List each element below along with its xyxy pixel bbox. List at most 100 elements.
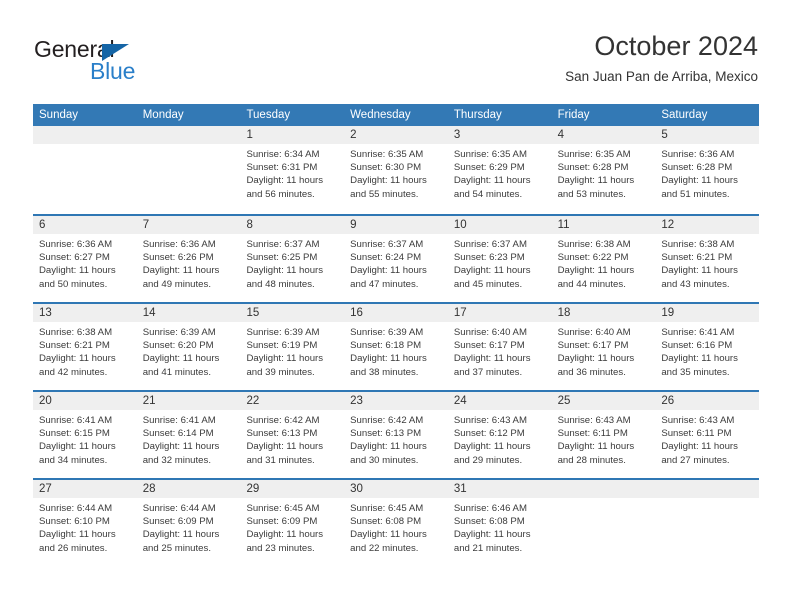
- day-number-strip: 26: [655, 392, 760, 410]
- daylight-text: Daylight: 11 hours and 39 minutes.: [246, 353, 324, 378]
- calendar-day-cell[interactable]: 22 Sunrise: 6:42 AM Sunset: 6:13 PM Dayligh…: [240, 392, 345, 478]
- day-info: Sunrise: 6:45 AM Sunset: 6:09 PM Daylight:…: [240, 498, 344, 555]
- day-number: 15: [246, 307, 260, 319]
- day-info: Sunrise: 6:37 AM Sunset: 6:24 PM Daylight:…: [344, 234, 448, 291]
- calendar-day-cell[interactable]: 6 Sunrise: 6:36 AM Sunset: 6:27 PM Daylight…: [33, 216, 137, 302]
- day-info: Sunrise: 6:37 AM Sunset: 6:23 PM Daylight:…: [448, 234, 552, 291]
- daylight-text: Daylight: 11 hours and 51 minutes.: [661, 175, 738, 200]
- calendar-day-cell[interactable]: 10 Sunrise: 6:37 AM Sunset: 6:23 PM Dayligh…: [447, 216, 552, 302]
- day-number: 11: [557, 219, 570, 231]
- calendar-day-cell[interactable]: 19 Sunrise: 6:41 AM Sunset: 6:16 PM Dayligh…: [655, 304, 760, 390]
- day-number-strip: 27: [33, 480, 137, 498]
- calendar-day-cell[interactable]: 9 Sunrise: 6:37 AM Sunset: 6:24 PM Daylight…: [344, 216, 448, 302]
- calendar-day-cell[interactable]: 17 Sunrise: 6:40 AM Sunset: 6:17 PM Dayligh…: [447, 304, 552, 390]
- calendar-day-cell-empty: [655, 480, 760, 566]
- day-info: Sunrise: 6:39 AM Sunset: 6:19 PM Daylight:…: [240, 322, 344, 379]
- sunset-text: Sunset: 6:09 PM: [246, 516, 318, 528]
- calendar-week-row: 6 Sunrise: 6:36 AM Sunset: 6:27 PM Daylight…: [33, 214, 760, 302]
- day-number-strip: 11: [551, 216, 656, 234]
- day-number-strip: 15: [240, 304, 345, 322]
- day-number-strip: 13: [33, 304, 137, 322]
- day-number: 16: [350, 307, 363, 319]
- day-number: 2: [350, 129, 357, 141]
- calendar-day-cell[interactable]: 8 Sunrise: 6:37 AM Sunset: 6:25 PM Daylight…: [240, 216, 345, 302]
- day-number-strip: 22: [240, 392, 345, 410]
- general-blue-logo[interactable]: General Blue: [34, 36, 224, 88]
- calendar-day-cell[interactable]: 25 Sunrise: 6:43 AM Sunset: 6:11 PM Dayligh…: [551, 392, 656, 478]
- sunset-text: Sunset: 6:15 PM: [39, 428, 110, 440]
- day-info: Sunrise: 6:41 AM Sunset: 6:16 PM Daylight:…: [655, 322, 759, 379]
- calendar-day-cell[interactable]: 24 Sunrise: 6:43 AM Sunset: 6:12 PM Dayligh…: [447, 392, 552, 478]
- daylight-text: Daylight: 11 hours and 21 minutes.: [453, 529, 531, 554]
- day-info: Sunrise: 6:44 AM Sunset: 6:09 PM Daylight:…: [137, 498, 241, 555]
- day-info: Sunrise: 6:34 AM Sunset: 6:31 PM Daylight:…: [240, 144, 344, 201]
- daylight-text: Daylight: 11 hours and 36 minutes.: [557, 353, 635, 378]
- sunset-text: Sunset: 6:13 PM: [246, 428, 318, 440]
- daylight-text: Daylight: 11 hours and 27 minutes.: [661, 441, 738, 466]
- calendar-day-cell[interactable]: 15 Sunrise: 6:39 AM Sunset: 6:19 PM Dayligh…: [240, 304, 345, 390]
- sunset-text: Sunset: 6:12 PM: [453, 428, 525, 440]
- sunrise-text: Sunrise: 6:36 AM: [661, 149, 735, 160]
- calendar-day-cell[interactable]: 16 Sunrise: 6:39 AM Sunset: 6:18 PM Dayligh…: [344, 304, 448, 390]
- calendar-day-cell[interactable]: 23 Sunrise: 6:42 AM Sunset: 6:13 PM Dayligh…: [344, 392, 448, 478]
- calendar-day-cell[interactable]: 27 Sunrise: 6:44 AM Sunset: 6:10 PM Dayligh…: [33, 480, 137, 566]
- day-number: 27: [39, 483, 52, 495]
- day-number: 19: [661, 307, 675, 319]
- daylight-text: Daylight: 11 hours and 41 minutes.: [142, 353, 220, 378]
- calendar-day-cell[interactable]: 13 Sunrise: 6:38 AM Sunset: 6:21 PM Dayligh…: [33, 304, 137, 390]
- sunset-text: Sunset: 6:11 PM: [557, 428, 628, 440]
- day-number: 5: [661, 129, 668, 141]
- day-number: 24: [453, 395, 467, 407]
- calendar-day-cell[interactable]: 21 Sunrise: 6:41 AM Sunset: 6:14 PM Dayligh…: [136, 392, 241, 478]
- calendar-day-cell[interactable]: 26 Sunrise: 6:43 AM Sunset: 6:11 PM Dayligh…: [655, 392, 760, 478]
- daylight-text: Daylight: 11 hours and 23 minutes.: [246, 529, 324, 554]
- day-number: 28: [142, 483, 156, 495]
- sunrise-text: Sunrise: 6:41 AM: [142, 415, 216, 426]
- day-number: 3: [453, 129, 461, 141]
- sunrise-text: Sunrise: 6:38 AM: [557, 239, 631, 250]
- daylight-text: Daylight: 11 hours and 43 minutes.: [661, 265, 738, 290]
- calendar-day-cell[interactable]: 11 Sunrise: 6:38 AM Sunset: 6:22 PM Dayligh…: [551, 216, 656, 302]
- day-info: Sunrise: 6:43 AM Sunset: 6:11 PM Daylight:…: [552, 410, 656, 467]
- day-number: 7: [142, 219, 150, 231]
- day-number-strip: 9: [344, 216, 448, 234]
- calendar-day-cell-empty: [551, 480, 656, 566]
- sunrise-text: Sunrise: 6:35 AM: [350, 149, 424, 160]
- calendar-day-cell[interactable]: 30 Sunrise: 6:45 AM Sunset: 6:08 PM Dayligh…: [344, 480, 448, 566]
- sunrise-text: Sunrise: 6:42 AM: [350, 415, 424, 426]
- daylight-text: Daylight: 11 hours and 47 minutes.: [350, 265, 427, 290]
- calendar-day-cell[interactable]: 12 Sunrise: 6:38 AM Sunset: 6:21 PM Dayligh…: [655, 216, 760, 302]
- calendar-day-cell[interactable]: 4 Sunrise: 6:35 AM Sunset: 6:28 PM Daylight…: [551, 126, 656, 214]
- day-info: Sunrise: 6:46 AM Sunset: 6:08 PM Daylight:…: [448, 498, 552, 555]
- calendar-day-cell[interactable]: 3 Sunrise: 6:35 AM Sunset: 6:29 PM Daylight…: [447, 126, 552, 214]
- day-number-strip: 17: [447, 304, 552, 322]
- day-number: 10: [453, 219, 467, 231]
- sunrise-text: Sunrise: 6:40 AM: [453, 327, 527, 338]
- day-info: Sunrise: 6:42 AM Sunset: 6:13 PM Daylight:…: [240, 410, 344, 467]
- day-info: Sunrise: 6:35 AM Sunset: 6:29 PM Daylight:…: [448, 144, 552, 201]
- day-number-strip: 24: [447, 392, 552, 410]
- calendar-day-cell[interactable]: 31 Sunrise: 6:46 AM Sunset: 6:08 PM Dayligh…: [447, 480, 552, 566]
- calendar-day-cell[interactable]: 2 Sunrise: 6:35 AM Sunset: 6:30 PM Daylight…: [344, 126, 448, 214]
- calendar-day-cell[interactable]: 18 Sunrise: 6:40 AM Sunset: 6:17 PM Dayligh…: [551, 304, 656, 390]
- calendar-day-cell[interactable]: 14 Sunrise: 6:39 AM Sunset: 6:20 PM Dayligh…: [136, 304, 241, 390]
- calendar-day-cell[interactable]: 20 Sunrise: 6:41 AM Sunset: 6:15 PM Dayligh…: [33, 392, 137, 478]
- daylight-text: Daylight: 11 hours and 32 minutes.: [142, 441, 220, 466]
- calendar-day-cell[interactable]: 28 Sunrise: 6:44 AM Sunset: 6:09 PM Dayligh…: [136, 480, 241, 566]
- calendar-day-cell[interactable]: 1 Sunrise: 6:34 AM Sunset: 6:31 PM Daylight…: [240, 126, 345, 214]
- day-number: 21: [142, 395, 156, 407]
- weekday-header-saturday: Saturday: [661, 109, 708, 121]
- weekday-header-thursday: Thursday: [453, 109, 502, 121]
- day-number-strip: 4: [551, 126, 656, 144]
- calendar-day-cell[interactable]: 29 Sunrise: 6:45 AM Sunset: 6:09 PM Dayligh…: [240, 480, 345, 566]
- sunset-text: Sunset: 6:29 PM: [453, 162, 525, 174]
- day-number: 4: [557, 129, 564, 141]
- weekday-header-tuesday: Tuesday: [246, 109, 291, 121]
- day-number-strip: 2: [344, 126, 448, 144]
- calendar-day-cell[interactable]: 7 Sunrise: 6:36 AM Sunset: 6:26 PM Daylight…: [136, 216, 241, 302]
- sunset-text: Sunset: 6:20 PM: [142, 340, 214, 352]
- sunrise-text: Sunrise: 6:45 AM: [246, 503, 320, 514]
- calendar-day-cell[interactable]: 5 Sunrise: 6:36 AM Sunset: 6:28 PM Daylight…: [655, 126, 760, 214]
- day-number-strip: 29: [240, 480, 345, 498]
- day-number: 14: [142, 307, 156, 319]
